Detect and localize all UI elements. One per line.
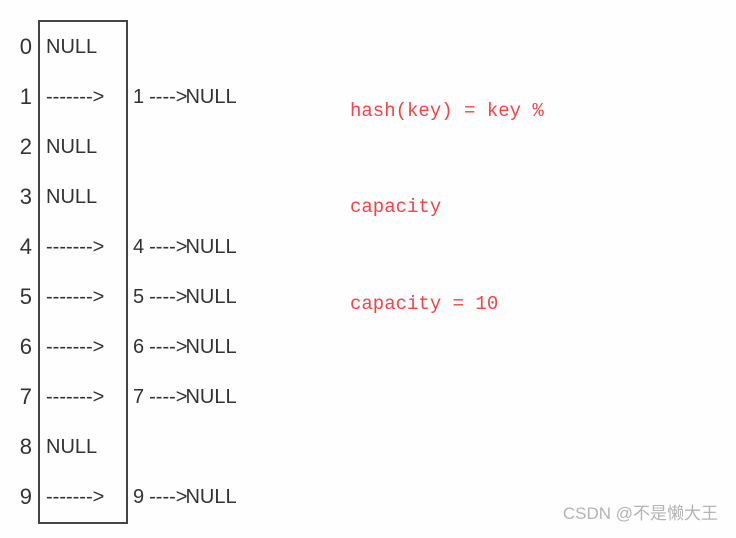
bucket-cell: -------> <box>40 322 126 372</box>
chain-row: 7 ----> NULL <box>128 372 237 422</box>
chain-row: 9 ----> NULL <box>128 472 237 522</box>
chain-row: 4 ----> NULL <box>128 222 237 272</box>
formula-line: capacity = 10 <box>350 288 544 320</box>
bucket-cell: -------> <box>40 372 126 422</box>
index-label: 2 <box>10 122 32 172</box>
chain-value: 4 <box>133 236 144 259</box>
chain-value: 6 <box>133 336 144 359</box>
chain-row <box>128 22 237 72</box>
watermark: CSDN @不是懒大王 <box>563 499 718 524</box>
bucket-cell: NULL <box>40 172 126 222</box>
chain-null: NULL <box>185 286 236 309</box>
index-column: 0 1 2 3 4 5 6 7 8 9 <box>10 22 32 522</box>
chain-value: 9 <box>133 486 144 509</box>
index-label: 3 <box>10 172 32 222</box>
chain-arrow: ----> <box>149 386 187 409</box>
bucket-cell: NULL <box>40 122 126 172</box>
chain-column: 1 ----> NULL 4 ----> NULL 5 ----> NULL 6… <box>128 22 237 522</box>
chain-null: NULL <box>185 386 236 409</box>
chain-arrow: ----> <box>149 336 187 359</box>
formula-line: capacity <box>350 191 544 223</box>
bucket-cell: -------> <box>40 472 126 522</box>
index-label: 5 <box>10 272 32 322</box>
chain-arrow: ----> <box>149 486 187 509</box>
index-label: 6 <box>10 322 32 372</box>
chain-arrow: ----> <box>149 286 187 309</box>
chain-value: 5 <box>133 286 144 309</box>
chain-null: NULL <box>185 86 236 109</box>
hash-formula: hash(key) = key % capacity capacity = 10 <box>350 30 544 353</box>
bucket-cell: -------> <box>40 272 126 322</box>
formula-line: hash(key) = key % <box>350 95 544 127</box>
index-label: 8 <box>10 422 32 472</box>
chain-row: 1 ----> NULL <box>128 72 237 122</box>
chain-null: NULL <box>185 236 236 259</box>
chain-row: 5 ----> NULL <box>128 272 237 322</box>
chain-value: 7 <box>133 386 144 409</box>
index-label: 0 <box>10 22 32 72</box>
chain-null: NULL <box>185 486 236 509</box>
chain-null: NULL <box>185 336 236 359</box>
index-label: 4 <box>10 222 32 272</box>
chain-row: 6 ----> NULL <box>128 322 237 372</box>
bucket-cell: NULL <box>40 22 126 72</box>
chain-value: 1 <box>133 86 144 109</box>
chain-row <box>128 422 237 472</box>
chain-arrow: ----> <box>149 86 187 109</box>
index-label: 7 <box>10 372 32 422</box>
bucket-cell: NULL <box>40 422 126 472</box>
bucket-cell: -------> <box>40 72 126 122</box>
chain-arrow: ----> <box>149 236 187 259</box>
bucket-cell: -------> <box>40 222 126 272</box>
chain-row <box>128 122 237 172</box>
index-label: 1 <box>10 72 32 122</box>
chain-row <box>128 172 237 222</box>
bucket-array: NULL -------> NULL NULL -------> -------… <box>38 20 128 524</box>
table-area: 0 1 2 3 4 5 6 7 8 9 NULL -------> NULL N… <box>10 20 237 524</box>
index-label: 9 <box>10 472 32 522</box>
